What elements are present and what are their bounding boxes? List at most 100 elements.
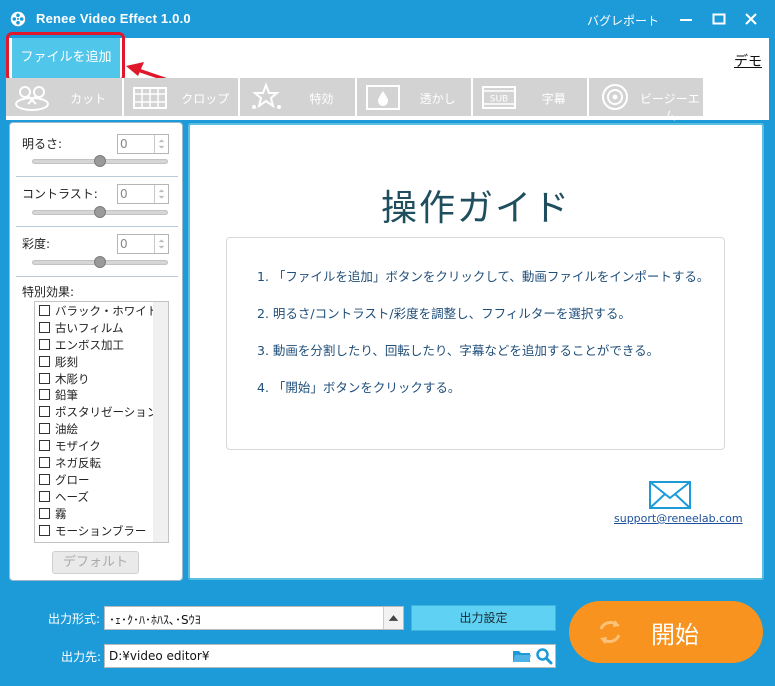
bug-report-link[interactable]: バグレポート <box>587 12 659 29</box>
guide-panel: 操作ガイド 1. 「ファイルを追加」ボタンをクリックして、動画ファイルをインポー… <box>188 123 764 580</box>
tab-label: 字幕 <box>541 92 566 106</box>
effect-item[interactable]: グロー <box>35 471 152 488</box>
effect-label: バラック・ホワイト <box>55 304 159 318</box>
saturation-slider[interactable] <box>32 256 168 268</box>
contrast-slider[interactable] <box>32 206 168 218</box>
effect-checkbox[interactable] <box>39 524 50 536</box>
saturation-spinbox[interactable]: 0 <box>117 234 169 254</box>
minimize-icon[interactable] <box>676 9 696 29</box>
brightness-slider-thumb[interactable] <box>94 155 106 167</box>
adjust-panel: 明るさ: 0 コントラスト: 0 彩度: 0 特別効果: バラック・ホワイト 古い… <box>9 122 183 581</box>
dropdown-arrow-icon[interactable] <box>383 607 403 629</box>
effect-label: ポスタリゼーション <box>55 405 159 420</box>
tab-cut[interactable]: カット <box>6 78 123 116</box>
folder-icon[interactable] <box>512 648 532 664</box>
effect-checkbox[interactable] <box>39 440 50 452</box>
effects-icon <box>252 82 282 109</box>
toolbar: ファイルを追加 デモ カット クロップ 特効 透かし SUB 字幕 ビージーエム <box>6 32 769 123</box>
film-reel-icon <box>10 11 26 27</box>
divider <box>16 176 178 177</box>
brightness-slider[interactable] <box>32 155 168 167</box>
effect-label: エンボス加工 <box>55 337 124 352</box>
tab-label: ビージーエム <box>640 92 700 123</box>
brightness-label: 明るさ: <box>22 137 63 151</box>
effect-item[interactable]: 鉛筆 <box>35 386 152 403</box>
guide-step: 4. 「開始」ボタンをクリックする。 <box>257 380 461 395</box>
destination-value: D:¥video editor¥ <box>109 649 210 663</box>
effect-item[interactable]: モザイク <box>35 437 152 454</box>
tab-label: クロップ <box>181 92 230 106</box>
brightness-spinbox[interactable]: 0 <box>117 134 169 154</box>
tab-effects[interactable]: 特効 <box>238 78 355 116</box>
effect-label: ネガ反転 <box>55 456 101 471</box>
effect-checkbox[interactable] <box>39 321 50 333</box>
demo-link[interactable]: デモ <box>734 51 762 71</box>
app-title: Renee Video Effect 1.0.0 <box>36 11 191 26</box>
format-label: 出力形式: <box>48 612 101 626</box>
effect-item[interactable]: 霧 <box>35 505 152 522</box>
effect-checkbox[interactable] <box>39 490 50 502</box>
effect-item[interactable]: ヘーズ <box>35 488 152 505</box>
effect-checkbox[interactable] <box>39 406 50 418</box>
spin-arrows-icon[interactable] <box>154 235 168 253</box>
effect-item[interactable]: エンボス加工 <box>35 336 152 353</box>
close-icon[interactable] <box>741 9 761 29</box>
effect-checkbox[interactable] <box>39 423 50 435</box>
effect-item[interactable]: ネガ反転 <box>35 454 152 471</box>
effect-label: ヘーズ <box>55 489 89 504</box>
effects-title: 特別効果: <box>22 285 75 299</box>
effects-list: バラック・ホワイト 古いフィルム エンボス加工 彫刻 木彫り 鉛筆 ポスタリゼーション 油絵モ… <box>35 302 158 539</box>
guide-steps-box: 1. 「ファイルを追加」ボタンをクリックして、動画ファイルをインポートする。 2… <box>226 237 725 450</box>
effect-item[interactable]: 油絵 <box>35 420 152 437</box>
effect-item[interactable]: 彫刻 <box>35 353 152 370</box>
effect-item[interactable]: バラック・ホワイト <box>35 302 158 319</box>
tab-label: 透かし <box>419 92 456 106</box>
effect-checkbox[interactable] <box>39 305 50 316</box>
contrast-value: 0 <box>120 187 128 201</box>
spin-arrows-icon[interactable] <box>154 185 168 203</box>
brightness-value: 0 <box>120 137 128 151</box>
svg-text:SUB: SUB <box>489 95 507 105</box>
spin-arrows-icon[interactable] <box>154 135 168 153</box>
start-label: 開始 <box>651 621 699 649</box>
effect-checkbox[interactable] <box>39 473 50 485</box>
support-email-link[interactable]: support@reneelab.com <box>614 512 743 525</box>
tab-subtitle[interactable]: SUB 字幕 <box>470 78 587 116</box>
tab-crop[interactable]: クロップ <box>122 78 239 116</box>
saturation-label: 彩度: <box>22 237 51 251</box>
bgm-icon <box>601 84 628 110</box>
contrast-slider-thumb[interactable] <box>94 206 106 218</box>
feature-tabs: カット クロップ 特効 透かし SUB 字幕 ビージーエム <box>6 78 704 123</box>
effect-checkbox[interactable] <box>39 457 50 469</box>
maximize-icon[interactable] <box>709 9 729 29</box>
guide-step: 3. 動画を分割したり、回転したり、字幕などを追加することができる。 <box>257 343 660 358</box>
guide-step: 2. 明るさ/コントラスト/彩度を調整し、フフィルターを選択する。 <box>257 306 631 321</box>
subtitle-icon: SUB <box>481 86 516 109</box>
start-button[interactable]: 開始 <box>569 601 763 663</box>
effect-item[interactable]: モーションブラー <box>35 522 152 539</box>
saturation-slider-thumb[interactable] <box>94 256 106 268</box>
output-settings-button[interactable]: 出力設定 <box>411 605 556 631</box>
effect-checkbox[interactable] <box>39 372 50 384</box>
default-button[interactable]: デフォルト <box>52 551 139 574</box>
format-select[interactable]: ･ｪ･ｸ･ﾊ･ﾎﾊｽ､･Sｳﾖ <box>104 606 404 630</box>
effect-checkbox[interactable] <box>39 389 50 401</box>
effect-label: 霧 <box>55 506 67 521</box>
effect-item[interactable]: ポスタリゼーション <box>35 403 158 420</box>
effect-item[interactable]: 古いフィルム <box>35 319 152 336</box>
highlight-annotation <box>6 32 125 82</box>
tab-watermark[interactable]: 透かし <box>354 78 471 116</box>
mail-icon[interactable] <box>649 481 691 509</box>
search-icon[interactable] <box>535 647 553 665</box>
effect-item[interactable]: 木彫り <box>35 370 152 387</box>
destination-field[interactable]: D:¥video editor¥ <box>104 644 556 668</box>
saturation-value: 0 <box>120 237 128 251</box>
effect-checkbox[interactable] <box>39 338 50 350</box>
divider <box>16 226 178 227</box>
effect-label: グロー <box>55 472 90 487</box>
effect-checkbox[interactable] <box>39 355 50 367</box>
effects-scrollbar[interactable] <box>153 302 168 542</box>
contrast-spinbox[interactable]: 0 <box>117 184 169 204</box>
tab-bgm[interactable]: ビージーエム <box>586 78 704 123</box>
effect-checkbox[interactable] <box>39 507 50 519</box>
